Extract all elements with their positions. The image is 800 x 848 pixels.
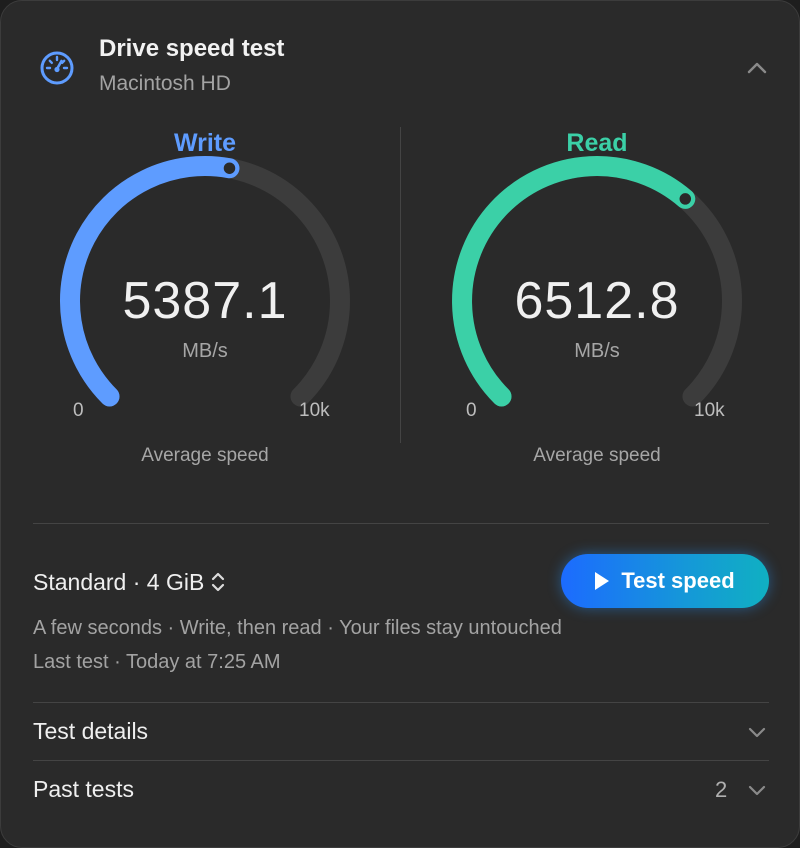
write-scale-min: 0 <box>73 400 84 421</box>
read-gauge: Read 6512.8 MB/s 0 10k Average speed <box>417 121 777 481</box>
up-down-chevron-icon <box>212 572 225 592</box>
test-speed-label: Test speed <box>621 568 735 593</box>
write-speed-value: 5387.1 <box>122 272 288 330</box>
gauge-divider <box>400 127 401 443</box>
last-test-info: Last test · Today at 7:25 AM <box>33 651 281 673</box>
section-divider <box>33 760 769 761</box>
past-tests-row[interactable]: Past tests 2 <box>33 762 769 818</box>
write-label: Write <box>173 129 237 157</box>
write-speed-unit: MB/s <box>182 340 228 362</box>
read-scale-max: 10k <box>694 400 725 421</box>
past-tests-count: 2 <box>715 777 728 802</box>
read-caption: Average speed <box>533 445 661 466</box>
test-details-row[interactable]: Test details <box>33 704 769 760</box>
write-caption: Average speed <box>141 445 269 466</box>
speedometer-icon <box>40 51 74 85</box>
chevron-down-icon <box>748 727 766 738</box>
test-details-label: Test details <box>33 718 149 744</box>
collapse-button[interactable] <box>741 54 773 82</box>
test-mode-label: Standard · 4 GiB <box>33 568 205 595</box>
read-speed-unit: MB/s <box>574 340 620 362</box>
chevron-down-icon <box>748 785 766 796</box>
panel-title: Drive speed test <box>99 35 285 62</box>
test-description: A few seconds · Write, then read · Your … <box>33 617 562 639</box>
write-scale-max: 10k <box>299 400 330 421</box>
drive-name: Macintosh HD <box>99 72 231 95</box>
drive-speed-panel: Drive speed test Macintosh HD Write 5387… <box>0 0 800 848</box>
chevron-up-icon <box>747 62 767 74</box>
read-speed-value: 6512.8 <box>514 272 680 330</box>
read-scale-min: 0 <box>466 400 477 421</box>
section-divider <box>33 702 769 703</box>
write-gauge-knob <box>220 158 239 178</box>
read-gauge-knob <box>676 189 695 209</box>
play-icon <box>595 572 610 590</box>
past-tests-label: Past tests <box>33 776 134 802</box>
read-label: Read <box>566 129 628 157</box>
test-mode-select[interactable]: Standard · 4 GiB <box>33 565 226 599</box>
write-gauge: Write 5387.1 MB/s 0 10k Average speed <box>25 121 385 481</box>
test-speed-button[interactable]: Test speed <box>561 554 769 608</box>
section-divider <box>33 523 769 524</box>
